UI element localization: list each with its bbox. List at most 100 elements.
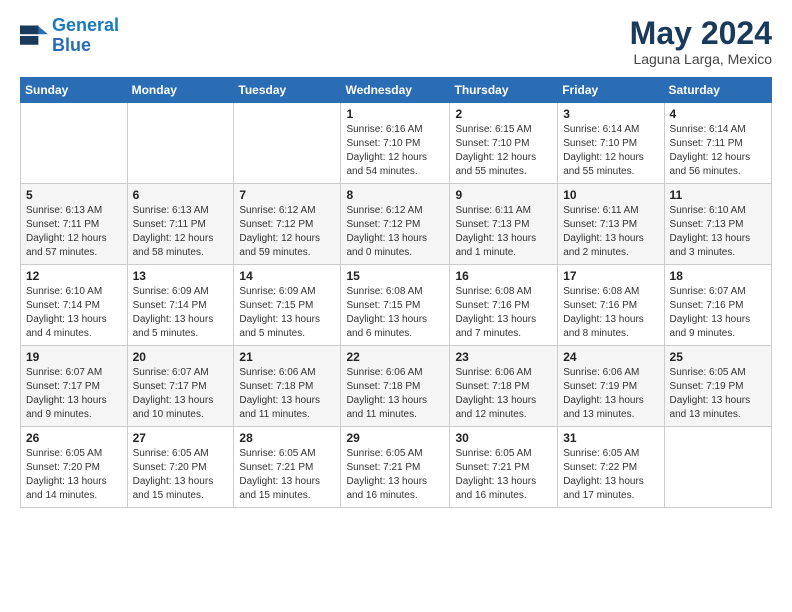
logo-icon [20,22,48,50]
week-row-1: 1 Sunrise: 6:16 AM Sunset: 7:10 PM Daylig… [21,103,772,184]
calendar-cell: 26 Sunrise: 6:05 AM Sunset: 7:20 PM Dayli… [21,427,128,508]
calendar-cell: 22Sunrise: 6:06 AM Sunset: 7:18 PM Dayli… [341,346,450,427]
logo-general: General [52,15,119,35]
page: General Blue May 2024 Laguna Larga, Mexi… [0,0,792,612]
day-header-wednesday: Wednesday [341,78,450,103]
day-number: 13 [133,269,229,283]
calendar-cell: 19Sunrise: 6:07 AM Sunset: 7:17 PM Dayli… [21,346,128,427]
day-info: Sunrise: 6:06 AM Sunset: 7:18 PM Dayligh… [455,366,552,422]
calendar-cell: 5 Sunrise: 6:13 AM Sunset: 7:11 PM Daylig… [21,184,128,265]
week-row-4: 19Sunrise: 6:07 AM Sunset: 7:17 PM Dayli… [21,346,772,427]
day-number: 6 [133,188,229,202]
day-header-tuesday: Tuesday [234,78,341,103]
week-row-5: 26 Sunrise: 6:05 AM Sunset: 7:20 PM Dayli… [21,427,772,508]
calendar-cell: 29 Sunrise: 6:05 AM Sunset: 7:21 PM Dayli… [341,427,450,508]
calendar-cell: 14Sunrise: 6:09 AM Sunset: 7:15 PM Dayli… [234,265,341,346]
week-row-3: 12 Sunrise: 6:10 AM Sunset: 7:14 PM Dayli… [21,265,772,346]
day-info: Sunrise: 6:06 AM Sunset: 7:19 PM Dayligh… [563,366,658,422]
day-info: Sunrise: 6:13 AM Sunset: 7:11 PM Dayligh… [26,204,122,260]
day-info: Sunrise: 6:11 AM Sunset: 7:13 PM Dayligh… [563,204,658,260]
day-number: 20 [133,350,229,364]
day-info: Sunrise: 6:08 AM Sunset: 7:16 PM Dayligh… [563,285,658,341]
day-info: Sunrise: 6:08 AM Sunset: 7:16 PM Dayligh… [455,285,552,341]
day-info: Sunrise: 6:05 AM Sunset: 7:21 PM Dayligh… [455,447,552,503]
calendar-cell: 18 Sunrise: 6:07 AM Sunset: 7:16 PM Dayli… [664,265,771,346]
calendar-cell: 31Sunrise: 6:05 AM Sunset: 7:22 PM Dayli… [558,427,664,508]
day-number: 31 [563,431,658,445]
day-info: Sunrise: 6:05 AM Sunset: 7:19 PM Dayligh… [670,366,766,422]
calendar-cell: 11 Sunrise: 6:10 AM Sunset: 7:13 PM Dayli… [664,184,771,265]
day-number: 12 [26,269,122,283]
calendar-cell: 20 Sunrise: 6:07 AM Sunset: 7:17 PM Dayli… [127,346,234,427]
day-number: 15 [346,269,444,283]
day-info: Sunrise: 6:11 AM Sunset: 7:13 PM Dayligh… [455,204,552,260]
calendar-cell: 1 Sunrise: 6:16 AM Sunset: 7:10 PM Daylig… [341,103,450,184]
day-info: Sunrise: 6:13 AM Sunset: 7:11 PM Dayligh… [133,204,229,260]
day-info: Sunrise: 6:07 AM Sunset: 7:17 PM Dayligh… [133,366,229,422]
calendar-cell [21,103,128,184]
day-info: Sunrise: 6:05 AM Sunset: 7:21 PM Dayligh… [346,447,444,503]
logo: General Blue [20,16,119,56]
calendar-cell: 12 Sunrise: 6:10 AM Sunset: 7:14 PM Dayli… [21,265,128,346]
location: Laguna Larga, Mexico [630,51,772,67]
calendar-cell: 25 Sunrise: 6:05 AM Sunset: 7:19 PM Dayli… [664,346,771,427]
days-of-week-row: SundayMondayTuesdayWednesdayThursdayFrid… [21,78,772,103]
day-number: 10 [563,188,658,202]
calendar-header: SundayMondayTuesdayWednesdayThursdayFrid… [21,78,772,103]
day-number: 25 [670,350,766,364]
calendar-cell: 4 Sunrise: 6:14 AM Sunset: 7:11 PM Daylig… [664,103,771,184]
day-number: 18 [670,269,766,283]
day-number: 21 [239,350,335,364]
week-row-2: 5 Sunrise: 6:13 AM Sunset: 7:11 PM Daylig… [21,184,772,265]
calendar-cell: 21 Sunrise: 6:06 AM Sunset: 7:18 PM Dayli… [234,346,341,427]
day-number: 1 [346,107,444,121]
day-number: 29 [346,431,444,445]
calendar-cell: 9Sunrise: 6:11 AM Sunset: 7:13 PM Daylig… [450,184,558,265]
day-info: Sunrise: 6:05 AM Sunset: 7:21 PM Dayligh… [239,447,335,503]
header: General Blue May 2024 Laguna Larga, Mexi… [20,16,772,67]
day-header-friday: Friday [558,78,664,103]
day-info: Sunrise: 6:12 AM Sunset: 7:12 PM Dayligh… [239,204,335,260]
calendar-cell: 17 Sunrise: 6:08 AM Sunset: 7:16 PM Dayli… [558,265,664,346]
day-header-monday: Monday [127,78,234,103]
day-number: 17 [563,269,658,283]
day-info: Sunrise: 6:05 AM Sunset: 7:20 PM Dayligh… [26,447,122,503]
day-number: 26 [26,431,122,445]
day-info: Sunrise: 6:07 AM Sunset: 7:17 PM Dayligh… [26,366,122,422]
day-info: Sunrise: 6:14 AM Sunset: 7:10 PM Dayligh… [563,123,658,179]
day-number: 8 [346,188,444,202]
day-info: Sunrise: 6:12 AM Sunset: 7:12 PM Dayligh… [346,204,444,260]
day-number: 7 [239,188,335,202]
day-info: Sunrise: 6:10 AM Sunset: 7:13 PM Dayligh… [670,204,766,260]
day-number: 4 [670,107,766,121]
day-number: 2 [455,107,552,121]
day-info: Sunrise: 6:14 AM Sunset: 7:11 PM Dayligh… [670,123,766,179]
day-info: Sunrise: 6:16 AM Sunset: 7:10 PM Dayligh… [346,123,444,179]
day-number: 14 [239,269,335,283]
calendar-body: 1 Sunrise: 6:16 AM Sunset: 7:10 PM Daylig… [21,103,772,508]
calendar-cell: 13Sunrise: 6:09 AM Sunset: 7:14 PM Dayli… [127,265,234,346]
day-number: 3 [563,107,658,121]
day-info: Sunrise: 6:07 AM Sunset: 7:16 PM Dayligh… [670,285,766,341]
calendar-cell: 6 Sunrise: 6:13 AM Sunset: 7:11 PM Daylig… [127,184,234,265]
day-number: 30 [455,431,552,445]
day-number: 23 [455,350,552,364]
day-info: Sunrise: 6:10 AM Sunset: 7:14 PM Dayligh… [26,285,122,341]
calendar-cell [127,103,234,184]
calendar-cell: 8 Sunrise: 6:12 AM Sunset: 7:12 PM Daylig… [341,184,450,265]
calendar-cell [664,427,771,508]
day-number: 16 [455,269,552,283]
day-number: 27 [133,431,229,445]
title-block: May 2024 Laguna Larga, Mexico [630,16,772,67]
day-info: Sunrise: 6:06 AM Sunset: 7:18 PM Dayligh… [239,366,335,422]
day-number: 5 [26,188,122,202]
logo-text: General Blue [52,16,119,56]
day-number: 11 [670,188,766,202]
calendar-cell: 3 Sunrise: 6:14 AM Sunset: 7:10 PM Daylig… [558,103,664,184]
calendar-cell: 27Sunrise: 6:05 AM Sunset: 7:20 PM Dayli… [127,427,234,508]
calendar-cell [234,103,341,184]
calendar-cell: 10 Sunrise: 6:11 AM Sunset: 7:13 PM Dayli… [558,184,664,265]
calendar: SundayMondayTuesdayWednesdayThursdayFrid… [20,77,772,508]
calendar-cell: 7 Sunrise: 6:12 AM Sunset: 7:12 PM Daylig… [234,184,341,265]
day-info: Sunrise: 6:15 AM Sunset: 7:10 PM Dayligh… [455,123,552,179]
